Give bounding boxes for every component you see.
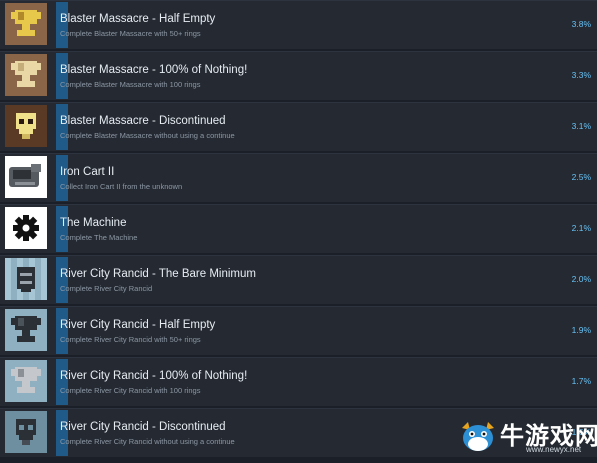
achievement-title: River City Rancid - Discontinued: [60, 421, 226, 433]
progress-bar: [56, 410, 68, 456]
achievement-row[interactable]: Blaster Massacre - Discontinued Complete…: [0, 102, 597, 151]
achievement-description: Complete River City Rancid: [60, 284, 153, 293]
gear-icon: [5, 207, 47, 249]
unlock-percent: 2.5%: [571, 172, 591, 182]
progress-bar: [56, 104, 68, 150]
unlock-percent: 1.7%: [571, 376, 591, 386]
unlock-percent: 3.1%: [571, 121, 591, 131]
achievement-row[interactable]: Iron Cart II Collect Iron Cart II from t…: [0, 153, 597, 202]
achievement-row[interactable]: The Machine Complete The Machine 2.1%: [0, 204, 597, 253]
achievement-title: River City Rancid - 100% of Nothing!: [60, 370, 248, 382]
achievement-row[interactable]: River City Rancid - 100% of Nothing! Com…: [0, 357, 597, 406]
achievement-description: Complete Blaster Massacre with 100 rings: [60, 80, 201, 89]
achievement-description: Collect Iron Cart II from the unknown: [60, 182, 183, 191]
progress-bar: [56, 53, 68, 99]
gold-trophy-icon: [5, 3, 47, 45]
achievement-title: Blaster Massacre - Half Empty: [60, 13, 216, 25]
unlock-percent: 3.3%: [571, 70, 591, 80]
iron-cart-icon: [5, 156, 47, 198]
robot-head-icon: [5, 258, 47, 300]
site-watermark: 牛游戏网 www.newyx.net: [452, 412, 597, 460]
skull-icon: [5, 105, 47, 147]
achievement-row[interactable]: Blaster Massacre - Half Empty Complete B…: [0, 0, 597, 49]
progress-bar: [56, 308, 68, 354]
achievement-description: Complete Blaster Massacre without using …: [60, 131, 235, 140]
dark-skull-icon: [5, 411, 47, 453]
silver-trophy-icon: [5, 360, 47, 402]
achievement-title: River City Rancid - The Bare Minimum: [60, 268, 256, 280]
progress-bar: [56, 206, 68, 252]
progress-bar: [56, 2, 68, 48]
achievement-title: Blaster Massacre - 100% of Nothing!: [60, 64, 248, 76]
dark-trophy-icon: [5, 309, 47, 351]
unlock-percent: 2.0%: [571, 274, 591, 284]
progress-bar: [56, 257, 68, 303]
cow-mascot-icon: [456, 414, 500, 458]
achievement-title: The Machine: [60, 217, 127, 229]
achievement-description: Complete The Machine: [60, 233, 138, 242]
achievement-description: Complete River City Rancid without using…: [60, 437, 235, 446]
unlock-percent: 1.9%: [571, 325, 591, 335]
achievement-title: Iron Cart II: [60, 166, 115, 178]
watermark-url: www.newyx.net: [526, 445, 582, 454]
achievement-title: River City Rancid - Half Empty: [60, 319, 216, 331]
achievement-title: Blaster Massacre - Discontinued: [60, 115, 226, 127]
achievement-row[interactable]: Blaster Massacre - 100% of Nothing! Comp…: [0, 51, 597, 100]
progress-bar: [56, 359, 68, 405]
progress-bar: [56, 155, 68, 201]
achievement-row[interactable]: River City Rancid - Half Empty Complete …: [0, 306, 597, 355]
unlock-percent: 2.1%: [571, 223, 591, 233]
achievement-description: Complete Blaster Massacre with 50+ rings: [60, 29, 201, 38]
achievement-row[interactable]: River City Rancid - The Bare Minimum Com…: [0, 255, 597, 304]
unlock-percent: 3.8%: [571, 19, 591, 29]
achievement-description: Complete River City Rancid with 100 ring…: [60, 386, 201, 395]
tan-trophy-icon: [5, 54, 47, 96]
achievement-description: Complete River City Rancid with 50+ ring…: [60, 335, 201, 344]
